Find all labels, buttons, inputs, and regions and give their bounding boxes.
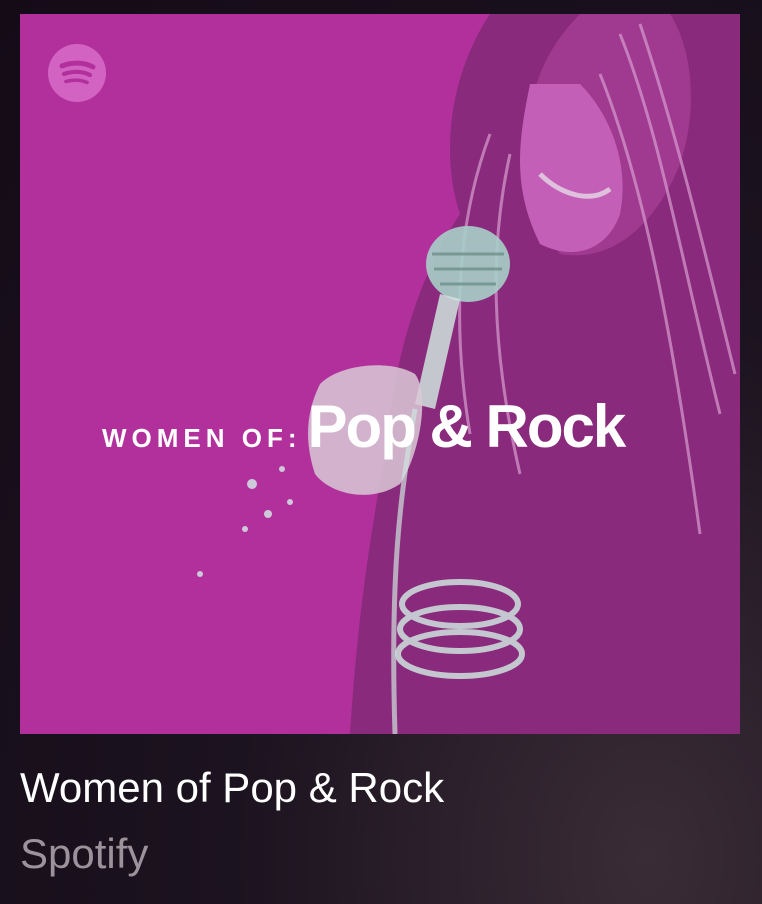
playlist-owner[interactable]: Spotify (20, 830, 148, 878)
cover-main-text: Pop & Rock (307, 393, 627, 460)
cover-title: WOMEN OF: Pop & Rock (102, 392, 627, 461)
singer-photo (197, 14, 740, 734)
playlist-card[interactable]: WOMEN OF: Pop & Rock Women of Pop & Rock… (0, 0, 762, 904)
playlist-cover-image[interactable]: WOMEN OF: Pop & Rock (20, 14, 740, 734)
playlist-title[interactable]: Women of Pop & Rock (20, 764, 444, 812)
spotify-icon (48, 44, 106, 102)
cover-prefix-text: WOMEN OF: (102, 423, 302, 453)
